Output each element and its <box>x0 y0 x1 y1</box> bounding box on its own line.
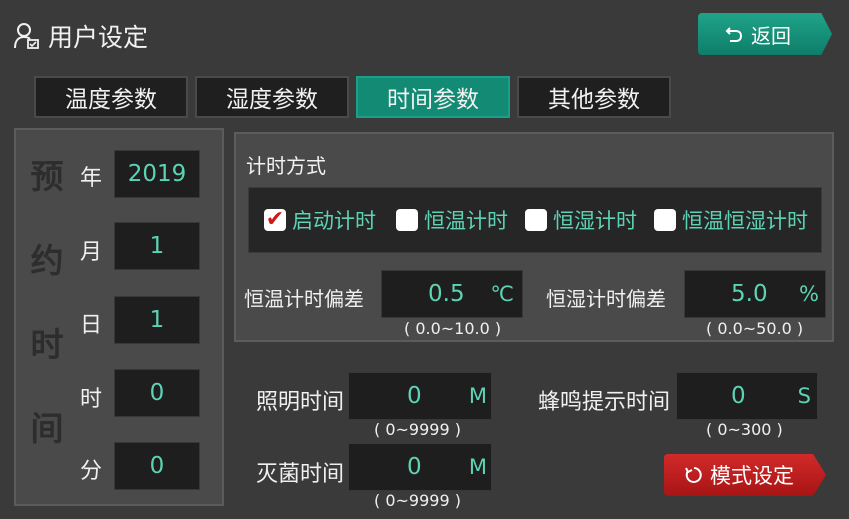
mode-setting-button[interactable]: 模式设定 <box>664 454 826 496</box>
option-const-humidity-timing[interactable]: 恒湿计时 <box>525 205 637 235</box>
option-start-timing[interactable]: ✔ 启动计时 <box>264 205 376 235</box>
option-const-temp-humidity-timing[interactable]: 恒温恒湿计时 <box>654 205 808 235</box>
option-label: 启动计时 <box>292 209 376 233</box>
day-label: 日 <box>80 313 103 338</box>
buzzer-time-value: 0 <box>731 383 746 409</box>
tab-label: 时间参数 <box>387 87 479 113</box>
option-const-temp-timing[interactable]: 恒温计时 <box>396 205 508 235</box>
temp-deviation-value: 0.5 <box>428 281 465 307</box>
schedule-title-char: 间 <box>30 409 64 448</box>
month-label: 月 <box>80 240 103 265</box>
year-value: 2019 <box>127 161 187 187</box>
checkbox-checked-icon[interactable]: ✔ <box>264 209 286 231</box>
humidity-deviation-input[interactable]: 5.0 % <box>684 270 826 318</box>
sterilize-time-range: ( 0~9999 ) <box>374 491 461 510</box>
buzzer-time-input[interactable]: 0 S <box>676 372 818 420</box>
hour-label: 时 <box>80 387 103 412</box>
back-button[interactable]: 返回 <box>698 13 832 55</box>
month-input[interactable]: 1 <box>114 222 200 270</box>
hour-value: 0 <box>149 380 165 406</box>
buzzer-time-range: ( 0~300 ) <box>706 420 783 439</box>
return-icon <box>725 27 743 42</box>
option-label: 恒湿计时 <box>553 209 637 233</box>
timing-mode-label: 计时方式 <box>246 154 326 178</box>
day-value: 1 <box>149 307 165 333</box>
back-button-label: 返回 <box>751 23 791 48</box>
tab-label: 湿度参数 <box>226 87 318 113</box>
temp-deviation-input[interactable]: 0.5 ℃ <box>381 270 523 318</box>
buzzer-time-label: 蜂鸣提示时间 <box>538 390 671 415</box>
minute-input[interactable]: 0 <box>114 442 200 490</box>
month-value: 1 <box>149 233 165 259</box>
tab-time[interactable]: 时间参数 <box>356 76 510 118</box>
year-label: 年 <box>80 166 103 191</box>
tab-temperature[interactable]: 温度参数 <box>34 76 188 118</box>
schedule-title-char: 约 <box>30 241 64 280</box>
minutes-unit: M <box>468 455 487 479</box>
tab-label: 其他参数 <box>548 87 640 113</box>
checkbox-icon[interactable] <box>654 209 676 231</box>
option-label: 恒温计时 <box>424 209 508 233</box>
checkbox-icon[interactable] <box>396 209 418 231</box>
temp-deviation-range: ( 0.0~10.0 ) <box>404 319 502 338</box>
minutes-unit: M <box>468 384 487 408</box>
user-settings-icon <box>14 23 39 49</box>
tab-label: 温度参数 <box>65 87 157 113</box>
schedule-title-char: 时 <box>30 325 64 364</box>
page-title: 用户设定 <box>48 23 149 52</box>
schedule-title-char: 预 <box>30 157 64 196</box>
minute-label: 分 <box>80 459 103 484</box>
mode-setting-label: 模式设定 <box>710 464 794 488</box>
lighting-time-input[interactable]: 0 M <box>348 372 492 420</box>
humidity-deviation-range: ( 0.0~50.0 ) <box>706 319 804 338</box>
page-header: 用户设定 <box>14 16 148 56</box>
hour-input[interactable]: 0 <box>114 369 200 417</box>
percent-unit: % <box>799 282 819 306</box>
minute-value: 0 <box>149 453 165 479</box>
year-input[interactable]: 2019 <box>114 150 200 198</box>
tab-other[interactable]: 其他参数 <box>517 76 671 118</box>
day-input[interactable]: 1 <box>114 296 200 344</box>
tab-humidity[interactable]: 湿度参数 <box>195 76 349 118</box>
option-label: 恒温恒湿计时 <box>682 209 808 233</box>
sterilize-time-value: 0 <box>407 454 422 480</box>
refresh-icon <box>685 467 702 483</box>
checkbox-icon[interactable] <box>525 209 547 231</box>
humidity-deviation-value: 5.0 <box>731 281 768 307</box>
lighting-time-range: ( 0~9999 ) <box>374 420 461 439</box>
sterilize-time-input[interactable]: 0 M <box>348 443 492 491</box>
sterilize-time-label: 灭菌时间 <box>256 462 345 487</box>
lighting-time-label: 照明时间 <box>256 390 345 415</box>
lighting-time-value: 0 <box>407 383 422 409</box>
schedule-title: 预 约 时 间 <box>24 150 70 450</box>
temp-deviation-label: 恒温计时偏差 <box>244 287 364 311</box>
celsius-unit: ℃ <box>490 282 514 306</box>
seconds-unit: S <box>797 384 811 408</box>
humidity-deviation-label: 恒湿计时偏差 <box>546 287 666 311</box>
